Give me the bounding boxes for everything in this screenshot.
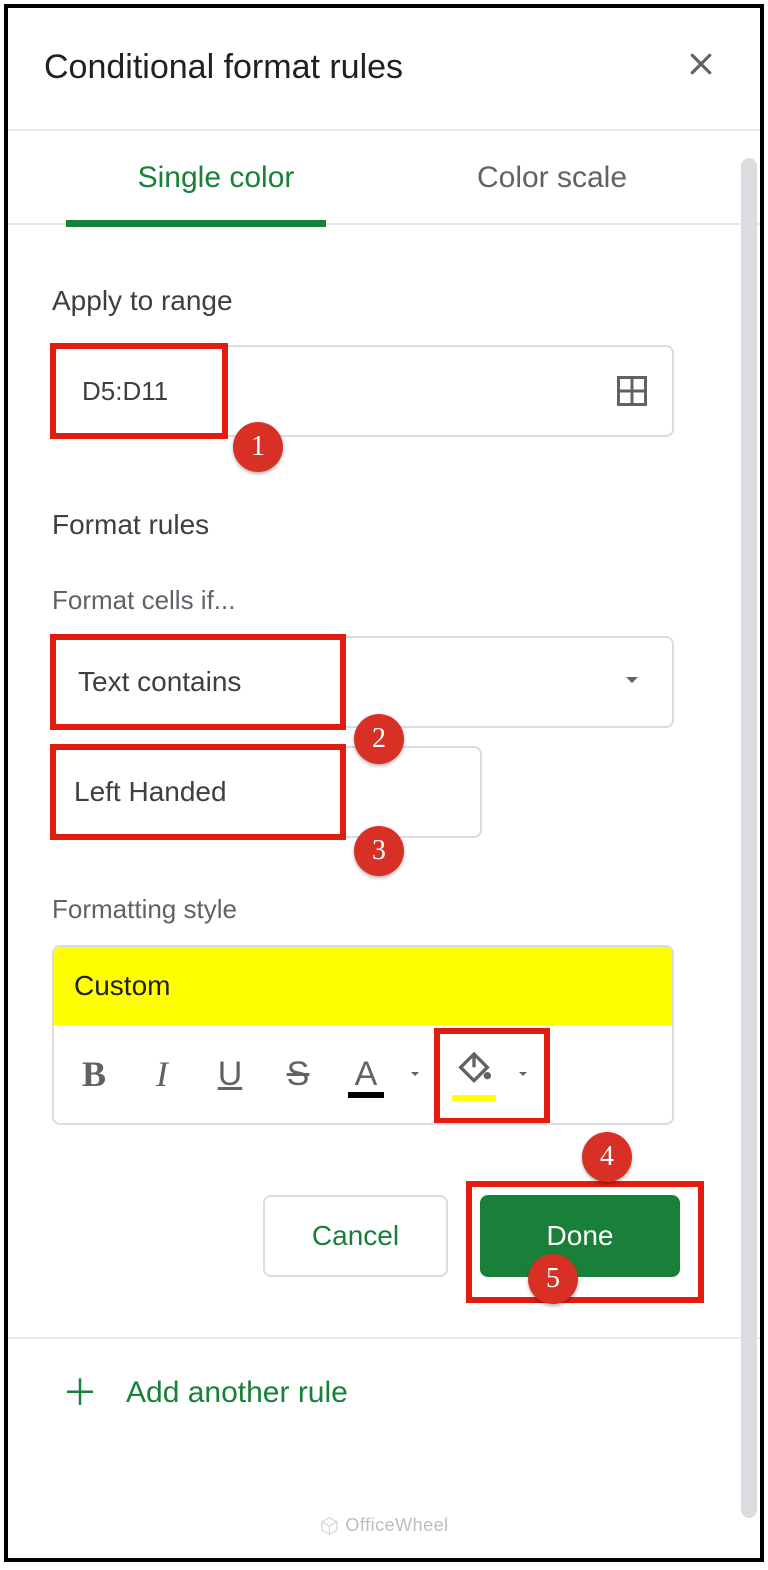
done-button[interactable]: Done — [480, 1195, 680, 1277]
text-color-caret-icon[interactable] — [402, 1066, 428, 1082]
add-another-rule-label: Add another rule — [126, 1376, 348, 1410]
format-rules-label: Format rules — [52, 509, 720, 541]
underline-button[interactable]: U — [198, 1042, 262, 1106]
range-input-value: D5:D11 — [68, 358, 182, 425]
formatting-style-label: Formatting style — [52, 894, 720, 925]
apply-to-range-label: Apply to range — [52, 285, 720, 317]
action-buttons: Cancel Done — [52, 1195, 680, 1277]
plus-icon: ＋ — [62, 1375, 98, 1411]
chevron-down-icon — [620, 668, 644, 697]
panel-title: Conditional format rules — [44, 48, 403, 87]
close-icon[interactable] — [678, 42, 724, 93]
done-button-wrapper: Done — [480, 1195, 680, 1277]
annotation-badge-2: 2 — [354, 714, 404, 764]
paint-bucket-icon — [452, 1047, 496, 1101]
tab-single-color[interactable]: Single color — [48, 161, 384, 223]
italic-button[interactable]: I — [130, 1042, 194, 1106]
add-another-rule[interactable]: ＋ Add another rule — [8, 1337, 760, 1411]
fill-color-button[interactable] — [438, 1030, 542, 1118]
tab-color-scale[interactable]: Color scale — [384, 161, 720, 223]
annotation-badge-5: 5 — [528, 1254, 578, 1304]
condition-value-text: Left Handed — [68, 758, 233, 826]
panel-header: Conditional format rules — [8, 8, 760, 121]
condition-value-input[interactable]: Left Handed — [52, 746, 482, 838]
bold-button[interactable]: B — [62, 1042, 126, 1106]
strikethrough-button[interactable]: S — [266, 1042, 330, 1106]
watermark: OfficeWheel — [319, 1515, 448, 1536]
watermark-text: OfficeWheel — [345, 1515, 448, 1536]
cancel-button[interactable]: Cancel — [263, 1195, 448, 1277]
style-preview[interactable]: Custom — [54, 947, 672, 1025]
condition-dropdown[interactable]: Text contains — [52, 636, 674, 728]
style-toolbar: B I U S A — [54, 1025, 672, 1123]
conditional-format-panel: Conditional format rules Single color Co… — [4, 4, 764, 1562]
range-input-row[interactable]: D5:D11 — [52, 345, 674, 437]
formatting-style-box: Custom B I U S A — [52, 945, 674, 1125]
text-color-button[interactable]: A — [334, 1042, 398, 1106]
condition-dropdown-value: Text contains — [68, 648, 251, 716]
annotation-badge-4: 4 — [582, 1132, 632, 1182]
select-range-icon[interactable] — [614, 373, 650, 409]
format-cells-if-label: Format cells if... — [52, 585, 720, 616]
tab-bar: Single color Color scale — [8, 131, 760, 225]
annotation-badge-1: 1 — [233, 422, 283, 472]
fill-color-caret-icon — [510, 1066, 536, 1082]
annotation-badge-3: 3 — [354, 826, 404, 876]
scrollbar[interactable] — [741, 158, 757, 1518]
